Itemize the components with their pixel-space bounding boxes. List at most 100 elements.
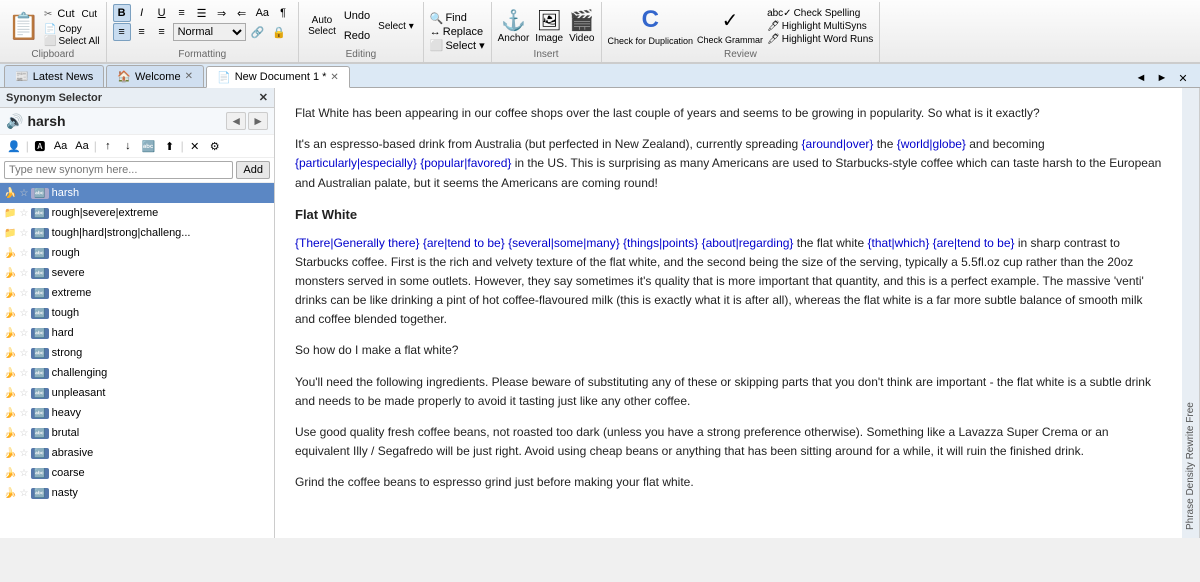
alt-word[interactable]: {world|globe}	[897, 137, 966, 151]
synonym-list-item[interactable]: 🍌 ☆ 🔤 strong	[0, 343, 274, 363]
synonym-list-item[interactable]: 🍌 ☆ 🔤 rough	[0, 243, 274, 263]
syn-text: severe	[52, 267, 270, 279]
syn-text: brutal	[52, 427, 270, 439]
synonym-list-item[interactable]: 🍌 ☆ 🔤 severe	[0, 263, 274, 283]
select-button[interactable]: Select ▾	[375, 13, 417, 39]
synonym-list-item[interactable]: 🍌 ☆ 🔤 brutal	[0, 423, 274, 443]
synonym-list-item[interactable]: 🍌 ☆ 🔤 extreme	[0, 283, 274, 303]
replace-item[interactable]: ↔ Replace	[430, 26, 485, 38]
synonym-list: 🍌 ☆ 🔤 harsh 📁 ☆ 🔤 rough|severe|extreme 📁…	[0, 183, 274, 538]
alt-word[interactable]: {that|which}	[868, 236, 930, 250]
star-icon: ☆	[19, 348, 28, 359]
syn-icon7[interactable]: 🔤	[139, 137, 159, 155]
synonym-panel-close[interactable]: ✕	[259, 91, 268, 104]
synonym-list-item[interactable]: 🍌 ☆ 🔤 heavy	[0, 403, 274, 423]
alt-word[interactable]: {are|tend to be}	[423, 236, 505, 250]
alt-word[interactable]: {things|points}	[623, 236, 698, 250]
redo-button[interactable]: Redo	[341, 27, 373, 45]
anchor-button[interactable]: ⚓ Anchor	[498, 8, 530, 44]
new-doc-close-icon[interactable]: ✕	[330, 72, 338, 83]
doc-paragraph: Use good quality fresh coffee beans, not…	[295, 423, 1162, 461]
synonym-list-item[interactable]: 🍌 ☆ 🔤 nasty	[0, 483, 274, 503]
syn-icon10[interactable]: ⚙	[206, 137, 224, 155]
syn-text: challenging	[52, 367, 270, 379]
align-center-button[interactable]: ≡	[133, 23, 151, 41]
word-nav-prev[interactable]: ◄	[226, 112, 246, 130]
word-nav-next[interactable]: ►	[248, 112, 268, 130]
synonym-list-item[interactable]: 📁 ☆ 🔤 tough|hard|strong|challeng...	[0, 223, 274, 243]
synonym-list-item[interactable]: 🍌 ☆ 🔤 tough	[0, 303, 274, 323]
alt-word[interactable]: {There|Generally there}	[295, 236, 420, 250]
alt-word[interactable]: {particularly|especially}	[295, 156, 417, 170]
paragraph-style-select[interactable]: Normal Heading 1 Heading 2	[173, 23, 246, 41]
synonym-list-item[interactable]: 🍌 ☆ 🔤 challenging	[0, 363, 274, 383]
alt-word[interactable]: {popular|favored}	[420, 156, 511, 170]
new-doc-label: New Document 1 *	[235, 71, 327, 83]
align-right-button[interactable]: ≡	[153, 23, 171, 41]
alt-word[interactable]: {are|tend to be}	[933, 236, 1015, 250]
list-button1[interactable]: ≡	[173, 4, 191, 22]
select-item[interactable]: ⬜ Select ▾	[430, 39, 485, 52]
indent-button[interactable]: ⇒	[213, 4, 231, 22]
synonym-list-item[interactable]: 🍌 ☆ 🔤 coarse	[0, 463, 274, 483]
check-spelling-button[interactable]: abc✓ Check Spelling	[767, 8, 873, 19]
bold-button[interactable]: B	[113, 4, 131, 22]
format-button1[interactable]: Aa	[253, 4, 272, 22]
alt-word[interactable]: {about|regarding}	[702, 236, 794, 250]
document-area[interactable]: Flat White has been appearing in our cof…	[275, 88, 1182, 538]
lock-button[interactable]: 🔒	[269, 23, 289, 41]
pilcrow-button[interactable]: ¶	[274, 4, 292, 22]
alt-word[interactable]: {several|some|many}	[508, 236, 620, 250]
image-button[interactable]: 🖼 Image	[535, 8, 563, 44]
tab-welcome[interactable]: 🏠 Welcome ✕	[106, 65, 204, 87]
syn-icon6[interactable]: ↓	[119, 137, 137, 155]
star-icon: ☆	[19, 308, 28, 319]
close-panel-button[interactable]: ✕	[1174, 69, 1192, 87]
auto-select-button[interactable]: AutoSelect	[305, 13, 339, 39]
highlight-multi-button[interactable]: 🖊 Highlight MultiSyns	[767, 21, 873, 32]
underline-button[interactable]: U	[153, 4, 171, 22]
syn-icon3[interactable]: Aa	[51, 137, 70, 155]
list-button2[interactable]: ☰	[193, 4, 211, 22]
clipboard-label: Clipboard	[6, 48, 100, 62]
align-left-button[interactable]: ≡	[113, 23, 131, 41]
link-button[interactable]: 🔗	[248, 23, 268, 41]
check-duplication-button[interactable]: C Check for Duplication	[608, 6, 694, 46]
synonym-add-button[interactable]: Add	[236, 161, 270, 179]
paste-button[interactable]: 📋	[6, 4, 42, 48]
synonym-list-item[interactable]: 📁 ☆ 🔤 rough|severe|extreme	[0, 203, 274, 223]
tab-latest-news[interactable]: 📰 Latest News	[4, 65, 104, 87]
tab-new-document[interactable]: 📄 New Document 1 * ✕	[206, 66, 350, 88]
video-button[interactable]: 🎬 Video	[569, 8, 594, 44]
undo-button[interactable]: Undo	[341, 7, 373, 25]
syn-badge: 🔤	[31, 328, 48, 339]
synonym-search-input[interactable]	[4, 161, 233, 179]
cut-button[interactable]: Cut	[54, 5, 77, 23]
synonym-list-item[interactable]: 🍌 ☆ 🔤 harsh	[0, 183, 274, 203]
welcome-close-icon[interactable]: ✕	[185, 71, 193, 82]
syn-text: extreme	[52, 287, 270, 299]
panel-nav-right[interactable]: ►	[1153, 69, 1171, 87]
synonym-list-item[interactable]: 🍌 ☆ 🔤 hard	[0, 323, 274, 343]
syn-badge: 🔤	[31, 288, 48, 299]
check-grammar-button[interactable]: ✓ Check Grammar	[697, 8, 763, 45]
syn-badge: 🔤	[31, 428, 48, 439]
outdent-button[interactable]: ⇐	[233, 4, 251, 22]
banana-icon: 🍌	[4, 388, 16, 399]
panel-nav-left[interactable]: ◄	[1132, 69, 1150, 87]
find-item[interactable]: 🔍 Find	[430, 12, 485, 25]
synonym-panel: Synonym Selector ✕ 🔊 harsh ◄ ► 👤 | 🅰 Aa …	[0, 88, 275, 538]
syn-icon2[interactable]: 🅰	[31, 137, 49, 155]
highlight-word-button[interactable]: 🖊 Highlight Word Runs	[767, 34, 873, 45]
syn-icon9[interactable]: ✕	[186, 137, 204, 155]
syn-icon1[interactable]: 👤	[4, 137, 24, 155]
synonym-list-item[interactable]: 🍌 ☆ 🔤 unpleasant	[0, 383, 274, 403]
doc-paragraph: So how do I make a flat white?	[295, 341, 1162, 360]
syn-icon8[interactable]: ⬆	[161, 137, 179, 155]
synonym-list-item[interactable]: 🍌 ☆ 🔤 abrasive	[0, 443, 274, 463]
syn-icon4[interactable]: Aa	[72, 137, 91, 155]
italic-button[interactable]: I	[133, 4, 151, 22]
alt-word[interactable]: {around|over}	[802, 137, 874, 151]
syn-icon5[interactable]: ↑	[99, 137, 117, 155]
banana-icon: 🍌	[4, 248, 16, 259]
